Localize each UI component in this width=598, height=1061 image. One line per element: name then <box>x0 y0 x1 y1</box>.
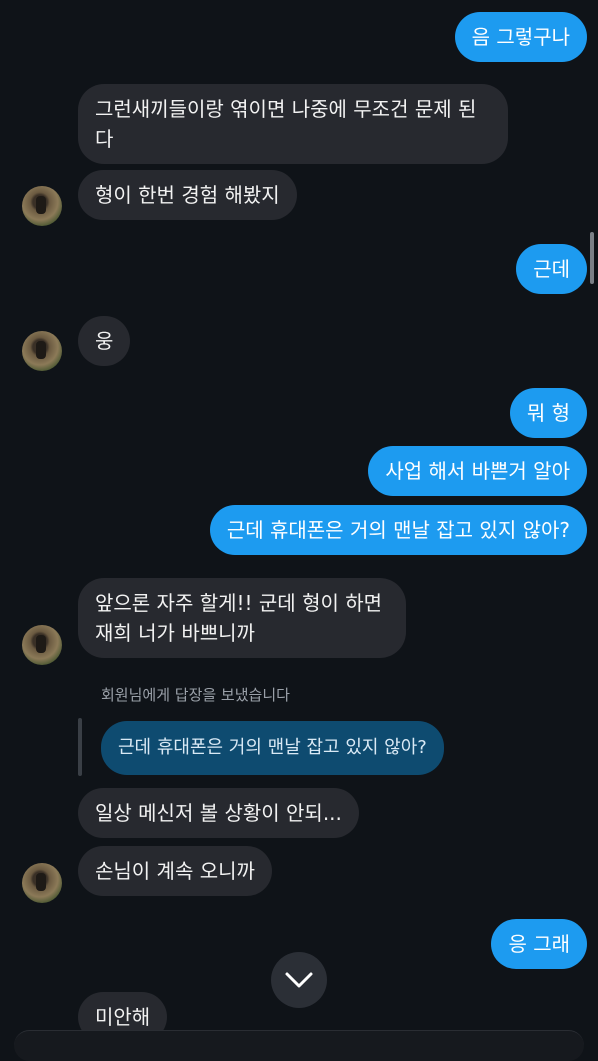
message-bubble-incoming[interactable]: 일상 메신저 볼 상황이 안되... <box>78 788 359 838</box>
message-bubble-outgoing[interactable]: 근데 <box>516 244 587 294</box>
message-bubble-outgoing[interactable]: 음 그렇구나 <box>454 12 587 62</box>
reply-notice: 회원님에게 답장을 보냈습니다 <box>101 686 290 704</box>
message-bubble-incoming[interactable]: 손님이 계속 오니까 <box>78 846 272 896</box>
message-bubble-outgoing[interactable]: 사업 해서 바쁜거 알아 <box>368 446 587 496</box>
message-bubble-outgoing[interactable]: 근데 휴대폰은 거의 맨날 잡고 있지 않아? <box>209 505 587 555</box>
quote-bar <box>78 718 82 776</box>
avatar[interactable] <box>22 863 62 903</box>
chat-thread[interactable]: 음 그렇구나 그런새끼들이랑 엮이면 나중에 무조건 문제 된다 형이 한번 경… <box>0 0 598 1061</box>
message-bubble-incoming[interactable]: 형이 한번 경험 해봤지 <box>78 170 297 220</box>
scrollbar[interactable] <box>590 232 594 284</box>
avatar[interactable] <box>22 331 62 371</box>
chevron-down-icon <box>285 972 313 988</box>
message-composer[interactable] <box>14 1030 584 1061</box>
message-bubble-outgoing[interactable]: 응 그래 <box>491 919 587 969</box>
avatar[interactable] <box>22 625 62 665</box>
scroll-to-bottom-button[interactable] <box>271 952 327 1008</box>
message-bubble-incoming[interactable]: 웅 <box>78 316 131 366</box>
quoted-reply-bubble[interactable]: 근데 휴대폰은 거의 맨날 잡고 있지 않아? <box>101 721 444 775</box>
message-bubble-outgoing[interactable]: 뭐 형 <box>509 388 587 438</box>
message-bubble-incoming[interactable]: 앞으론 자주 할게!! 군데 형이 하면 재희 너가 바쁘니까 <box>78 578 406 658</box>
avatar[interactable] <box>22 186 62 226</box>
message-bubble-incoming[interactable]: 그런새끼들이랑 엮이면 나중에 무조건 문제 된다 <box>78 84 508 164</box>
